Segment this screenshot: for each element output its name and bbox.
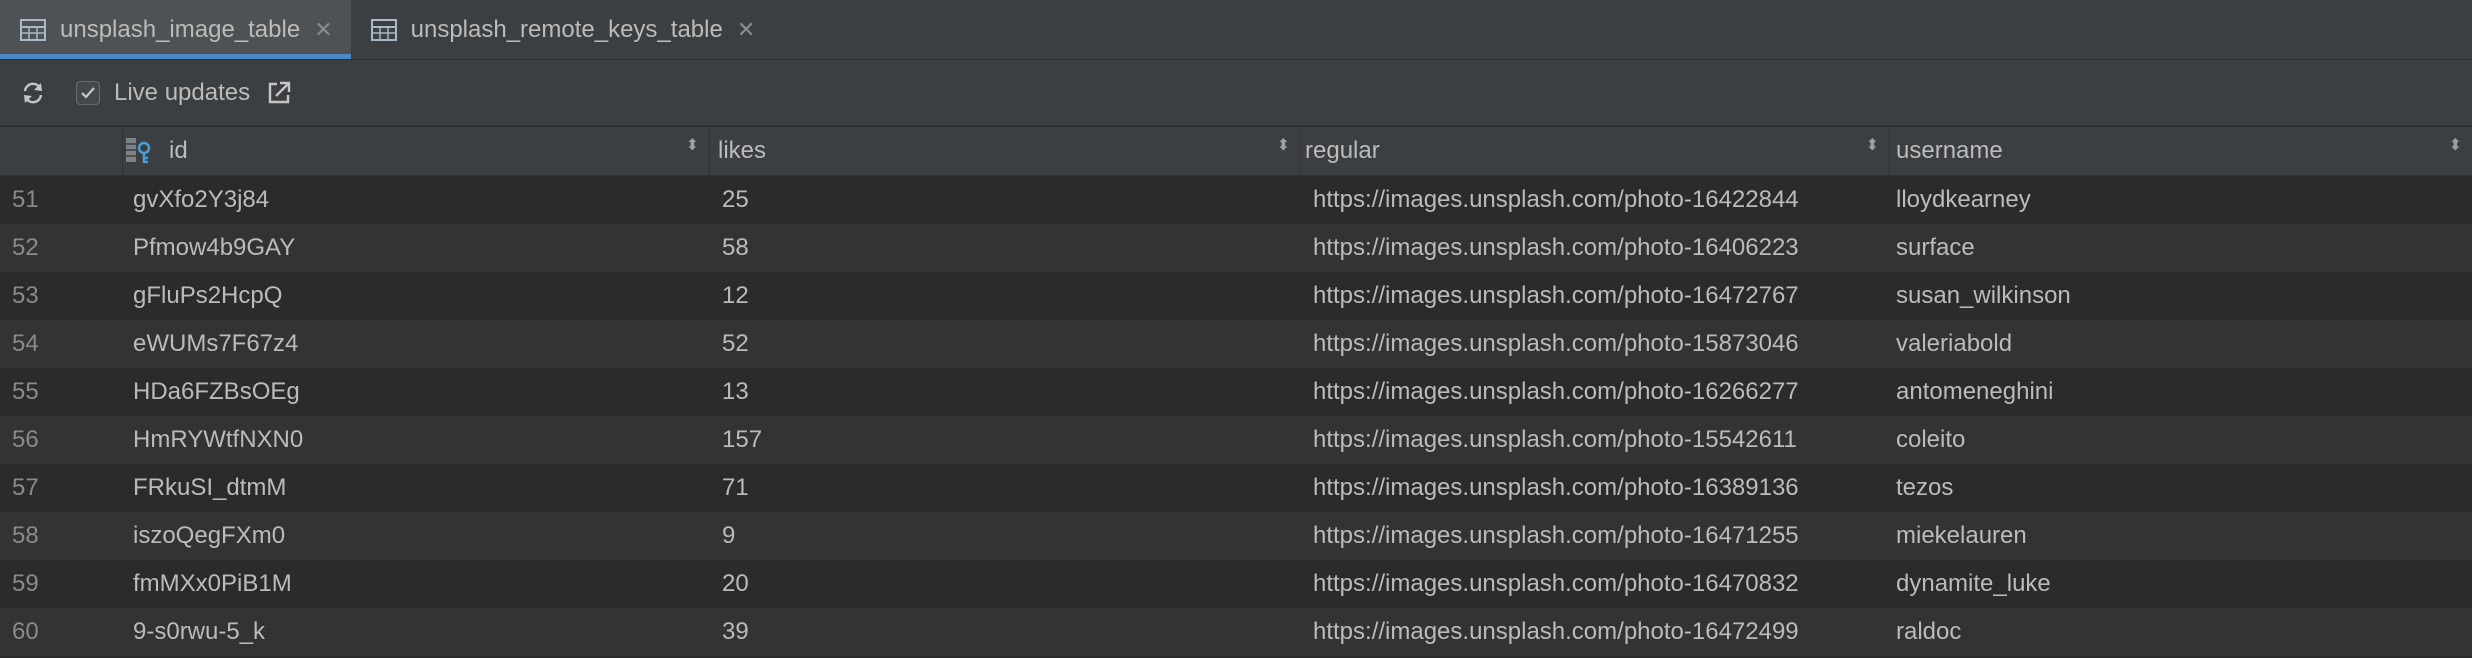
sort-icon[interactable]: ⬍ bbox=[1277, 138, 1290, 154]
row-number: 59 bbox=[12, 570, 39, 597]
column-header-label: likes bbox=[718, 137, 767, 164]
table-row[interactable]: 60 9-s0rwu-5_k 39 https://images.unsplas… bbox=[0, 608, 2472, 656]
row-number: 51 bbox=[12, 186, 39, 213]
cell-username[interactable]: miekelauren bbox=[1890, 512, 2472, 560]
row-number: 53 bbox=[12, 282, 39, 309]
cell-username[interactable]: dynamite_luke bbox=[1890, 560, 2472, 608]
cell-likes[interactable]: 12 bbox=[710, 272, 1301, 320]
cell-id[interactable]: HmRYWtfNXN0 bbox=[123, 416, 710, 464]
cell-username[interactable]: tezos bbox=[1890, 464, 2472, 512]
row-number: 55 bbox=[12, 378, 39, 405]
row-number: 58 bbox=[12, 522, 39, 549]
table-row[interactable]: 57 FRkuSI_dtmM 71 https://images.unsplas… bbox=[0, 464, 2472, 512]
cell-username[interactable]: valeriabold bbox=[1890, 320, 2472, 368]
column-header-label: regular bbox=[1305, 137, 1380, 164]
cell-username[interactable]: lloydkearney bbox=[1890, 176, 2472, 224]
table-icon bbox=[370, 18, 397, 41]
cell-regular[interactable]: https://images.unsplash.com/photo-164712… bbox=[1301, 512, 1890, 560]
tab-label: unsplash_remote_keys_table bbox=[410, 15, 723, 43]
cell-regular[interactable]: https://images.unsplash.com/photo-158730… bbox=[1301, 320, 1890, 368]
data-grid: id ⬍ likes ⬍ regular ⬍ username ⬍ 51 gvX… bbox=[0, 127, 2472, 656]
cell-regular[interactable]: https://images.unsplash.com/photo-164727… bbox=[1301, 272, 1890, 320]
cell-regular[interactable]: https://images.unsplash.com/photo-162662… bbox=[1301, 368, 1890, 416]
cell-likes[interactable]: 20 bbox=[710, 560, 1301, 608]
refresh-icon[interactable] bbox=[18, 78, 48, 108]
live-updates-label[interactable]: Live updates bbox=[114, 79, 250, 107]
column-header-label: username bbox=[1896, 137, 2003, 164]
cell-id[interactable]: HDa6FZBsOEg bbox=[123, 368, 710, 416]
table-row[interactable]: 56 HmRYWtfNXN0 157 https://images.unspla… bbox=[0, 416, 2472, 464]
table-icon bbox=[20, 18, 46, 41]
cell-regular[interactable]: https://images.unsplash.com/photo-155426… bbox=[1301, 416, 1890, 464]
row-number: 56 bbox=[12, 426, 39, 453]
cell-regular[interactable]: https://images.unsplash.com/photo-164228… bbox=[1301, 176, 1890, 224]
cell-regular[interactable]: https://images.unsplash.com/photo-164062… bbox=[1301, 224, 1890, 272]
cell-username[interactable]: surface bbox=[1890, 224, 2472, 272]
cell-likes[interactable]: 52 bbox=[710, 320, 1301, 368]
editor-tab-bar: unsplash_image_table ✕ unsplash_remote_k… bbox=[0, 0, 2472, 60]
open-external-icon[interactable] bbox=[264, 78, 294, 108]
sort-icon[interactable]: ⬍ bbox=[1866, 138, 1879, 154]
cell-id[interactable]: iszoQegFXm0 bbox=[123, 512, 710, 560]
primary-key-column-icon bbox=[126, 138, 151, 164]
cell-id[interactable]: Pfmow4b9GAY bbox=[123, 224, 710, 272]
table-row[interactable]: 59 fmMXx0PiB1M 20 https://images.unsplas… bbox=[0, 560, 2472, 608]
cell-likes[interactable]: 13 bbox=[710, 368, 1301, 416]
row-number: 57 bbox=[12, 474, 39, 501]
row-number-header bbox=[0, 127, 123, 175]
table-row[interactable]: 51 gvXfo2Y3j84 25 https://images.unsplas… bbox=[0, 176, 2472, 224]
cell-likes[interactable]: 9 bbox=[710, 512, 1301, 560]
cell-id[interactable]: 9-s0rwu-5_k bbox=[123, 608, 710, 656]
tab-unsplash-image-table[interactable]: unsplash_image_table ✕ bbox=[0, 0, 351, 59]
cell-likes[interactable]: 71 bbox=[710, 464, 1301, 512]
sort-icon[interactable]: ⬍ bbox=[686, 138, 699, 154]
column-header-id[interactable]: id ⬍ bbox=[123, 127, 710, 175]
column-header-username[interactable]: username ⬍ bbox=[1890, 127, 2472, 175]
tab-unsplash-remote-keys-table[interactable]: unsplash_remote_keys_table ✕ bbox=[351, 0, 774, 59]
cell-id[interactable]: eWUMs7F67z4 bbox=[123, 320, 710, 368]
cell-regular[interactable]: https://images.unsplash.com/photo-164724… bbox=[1301, 608, 1890, 656]
cell-likes[interactable]: 39 bbox=[710, 608, 1301, 656]
table-toolbar: Live updates bbox=[0, 60, 2472, 126]
column-header-label: id bbox=[169, 137, 188, 164]
cell-regular[interactable]: https://images.unsplash.com/photo-164708… bbox=[1301, 560, 1890, 608]
close-icon[interactable]: ✕ bbox=[737, 17, 755, 43]
cell-username[interactable]: susan_wilkinson bbox=[1890, 272, 2472, 320]
row-number: 52 bbox=[12, 234, 39, 261]
cell-id[interactable]: gFluPs2HcpQ bbox=[123, 272, 710, 320]
table-row[interactable]: 55 HDa6FZBsOEg 13 https://images.unsplas… bbox=[0, 368, 2472, 416]
sort-icon[interactable]: ⬍ bbox=[2449, 138, 2462, 154]
table-row[interactable]: 54 eWUMs7F67z4 52 https://images.unsplas… bbox=[0, 320, 2472, 368]
close-icon[interactable]: ✕ bbox=[314, 17, 332, 43]
table-row[interactable]: 53 gFluPs2HcpQ 12 https://images.unsplas… bbox=[0, 272, 2472, 320]
checkmark-icon bbox=[81, 86, 95, 99]
cell-id[interactable]: FRkuSI_dtmM bbox=[123, 464, 710, 512]
cell-username[interactable]: antomeneghini bbox=[1890, 368, 2472, 416]
cell-id[interactable]: gvXfo2Y3j84 bbox=[123, 176, 710, 224]
cell-likes[interactable]: 25 bbox=[710, 176, 1301, 224]
tab-label: unsplash_image_table bbox=[60, 15, 301, 43]
column-header-likes[interactable]: likes ⬍ bbox=[710, 127, 1301, 175]
column-header-row: id ⬍ likes ⬍ regular ⬍ username ⬍ bbox=[0, 127, 2472, 176]
cell-likes[interactable]: 157 bbox=[710, 416, 1301, 464]
row-number: 54 bbox=[12, 330, 39, 357]
table-row[interactable]: 52 Pfmow4b9GAY 58 https://images.unsplas… bbox=[0, 224, 2472, 272]
live-updates-checkbox[interactable] bbox=[76, 80, 100, 105]
row-number: 60 bbox=[12, 618, 39, 645]
cell-id[interactable]: fmMXx0PiB1M bbox=[123, 560, 710, 608]
cell-username[interactable]: raldoc bbox=[1890, 608, 2472, 656]
table-row[interactable]: 58 iszoQegFXm0 9 https://images.unsplash… bbox=[0, 512, 2472, 560]
cell-regular[interactable]: https://images.unsplash.com/photo-163891… bbox=[1301, 464, 1890, 512]
cell-username[interactable]: coleito bbox=[1890, 416, 2472, 464]
cell-likes[interactable]: 58 bbox=[710, 224, 1301, 272]
column-header-regular[interactable]: regular ⬍ bbox=[1301, 127, 1890, 175]
